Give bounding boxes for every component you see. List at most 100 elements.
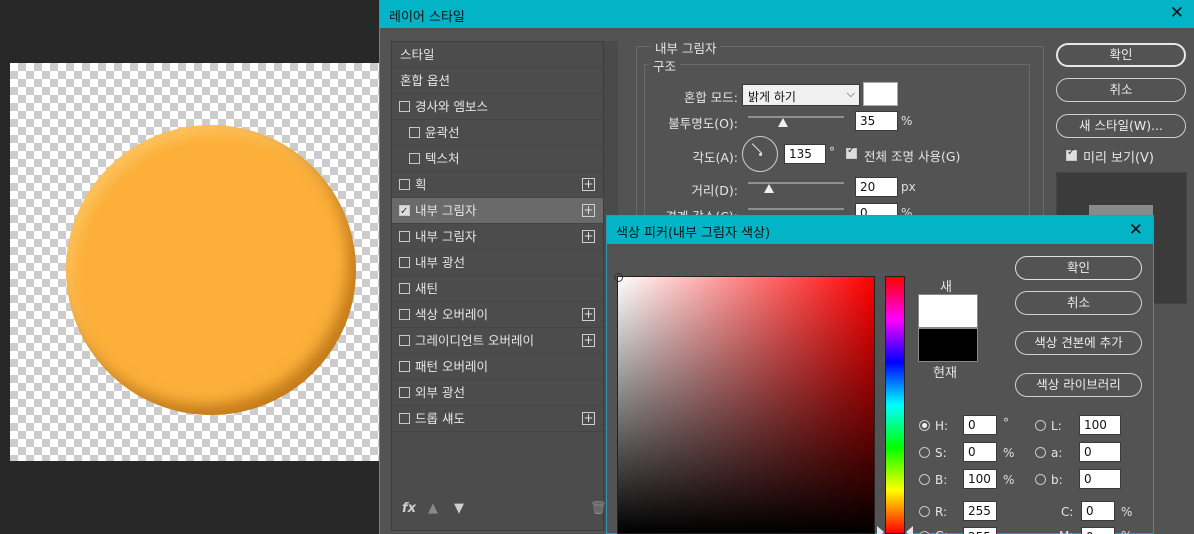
style-list-item[interactable]: 색상 오버레이 + — [392, 302, 603, 328]
s-radio[interactable] — [919, 447, 930, 458]
add-effect-icon[interactable]: + — [582, 178, 595, 191]
style-checkbox[interactable] — [399, 231, 410, 242]
color-picker-titlebar[interactable]: 색상 피커(내부 그림자 색상) — [607, 216, 1153, 244]
brightness-input[interactable]: 100 — [963, 469, 997, 489]
style-checkbox[interactable] — [399, 361, 410, 372]
lab-l-input[interactable]: 100 — [1079, 415, 1121, 435]
ok-button[interactable]: 확인 — [1056, 43, 1186, 67]
style-list-item[interactable]: 스타일 — [392, 42, 603, 68]
document-canvas[interactable] — [10, 63, 380, 461]
current-color-swatch[interactable] — [918, 328, 978, 362]
distance-input[interactable]: 20 — [855, 177, 898, 197]
distance-slider-thumb[interactable] — [764, 184, 774, 193]
cancel-button[interactable]: 취소 — [1056, 78, 1186, 102]
move-up-icon[interactable]: ▲ — [428, 501, 438, 516]
close-icon[interactable]: ✕ — [1129, 220, 1143, 240]
style-checkbox[interactable] — [399, 199, 410, 224]
distance-slider[interactable] — [748, 182, 844, 184]
lab-l-radio[interactable] — [1035, 420, 1046, 431]
hue-left-arrow-icon[interactable] — [877, 526, 884, 534]
style-list-item-label: 새틴 — [415, 281, 439, 296]
style-list-item[interactable]: 윤곽선 — [392, 120, 603, 146]
hue-right-arrow-icon[interactable] — [906, 526, 913, 534]
blend-mode-select[interactable]: 밝게 하기 ⌵ — [742, 84, 860, 106]
distance-label: 거리(D): — [691, 183, 738, 198]
add-effect-icon[interactable]: + — [582, 230, 595, 243]
add-effect-icon[interactable]: + — [582, 412, 595, 425]
style-checkbox[interactable] — [399, 179, 410, 190]
style-list-item[interactable]: 내부 그림자 + — [392, 198, 603, 224]
m-input[interactable]: 0 — [1081, 527, 1115, 534]
style-list-item-label: 스타일 — [400, 47, 435, 62]
cp-cancel-button[interactable]: 취소 — [1015, 291, 1142, 315]
style-list-item-label: 패턴 오버레이 — [415, 359, 488, 374]
add-to-swatches-button[interactable]: 색상 견본에 추가 — [1015, 331, 1142, 355]
style-list-footer: fx ▲ ▼ 🗑 — [391, 497, 607, 527]
preview-checkbox[interactable]: ✓ — [1066, 147, 1077, 161]
s-unit: % — [1003, 446, 1015, 460]
lab-b-radio[interactable] — [1035, 474, 1046, 485]
layer-style-titlebar[interactable]: 레이어 스타일 — [380, 0, 1194, 28]
g-input[interactable]: 255 — [963, 527, 997, 534]
orange-circle-layer — [66, 125, 356, 415]
style-checkbox[interactable] — [399, 257, 410, 268]
lab-a-radio[interactable] — [1035, 447, 1046, 458]
hue-slider[interactable] — [885, 276, 905, 534]
h-input[interactable]: 0 — [963, 415, 997, 435]
opacity-unit: % — [901, 114, 913, 128]
style-list-item[interactable]: 혼합 옵션 — [392, 68, 603, 94]
r-radio[interactable] — [919, 506, 930, 517]
style-list-item[interactable]: 그레이디언트 오버레이 + — [392, 328, 603, 354]
opacity-input[interactable]: 35 — [855, 111, 898, 131]
c-input[interactable]: 0 — [1081, 501, 1115, 521]
style-checkbox[interactable] — [399, 101, 410, 112]
style-checkbox[interactable] — [399, 283, 410, 294]
h-radio[interactable] — [919, 420, 930, 431]
style-checkbox[interactable] — [399, 335, 410, 346]
style-checkbox[interactable] — [409, 127, 420, 138]
saturation-brightness-field[interactable] — [614, 273, 875, 534]
choke-slider[interactable] — [748, 208, 844, 210]
style-list-item[interactable]: 획 + — [392, 172, 603, 198]
b-label: B: — [935, 473, 948, 487]
opacity-slider-thumb[interactable] — [778, 118, 788, 127]
style-list-item[interactable]: 외부 광선 — [392, 380, 603, 406]
angle-input[interactable]: 135 — [784, 144, 826, 164]
check-icon: ✓ — [847, 145, 856, 156]
style-checkbox[interactable] — [409, 153, 420, 164]
add-effect-icon[interactable]: + — [582, 308, 595, 321]
angle-unit: ° — [829, 145, 835, 159]
style-checkbox[interactable] — [399, 387, 410, 398]
style-list-item[interactable]: 새틴 — [392, 276, 603, 302]
angle-dial[interactable] — [742, 136, 778, 172]
style-list-item[interactable]: 경사와 엠보스 — [392, 94, 603, 120]
move-down-icon[interactable]: ▼ — [454, 501, 464, 516]
color-libraries-button[interactable]: 색상 라이브러리 — [1015, 373, 1142, 397]
b-radio[interactable] — [919, 474, 930, 485]
style-list-item[interactable]: 내부 그림자 + — [392, 224, 603, 250]
lab-l-label: L: — [1051, 419, 1062, 433]
close-icon[interactable]: ✕ — [1170, 3, 1184, 23]
r-input[interactable]: 255 — [963, 501, 997, 521]
s-input[interactable]: 0 — [963, 442, 997, 462]
lab-b-input[interactable]: 0 — [1079, 469, 1121, 489]
add-effect-icon[interactable]: + — [582, 204, 595, 217]
shadow-color-swatch[interactable] — [863, 82, 898, 106]
style-list-item-label: 드롭 섀도 — [415, 411, 465, 426]
color-picker-title: 색상 피커(내부 그림자 색상) — [616, 226, 771, 241]
style-list-item[interactable]: 드롭 섀도 + — [392, 406, 603, 432]
add-effect-icon[interactable]: + — [582, 334, 595, 347]
trash-icon[interactable]: 🗑 — [590, 501, 607, 516]
fx-icon[interactable]: fx — [402, 501, 416, 516]
style-checkbox[interactable] — [399, 309, 410, 320]
style-checkbox[interactable] — [399, 413, 410, 424]
opacity-slider[interactable] — [748, 116, 844, 118]
style-list-item[interactable]: 패턴 오버레이 — [392, 354, 603, 380]
lab-a-input[interactable]: 0 — [1079, 442, 1121, 462]
cp-ok-button[interactable]: 확인 — [1015, 256, 1142, 280]
style-list-item[interactable]: 내부 광선 — [392, 250, 603, 276]
global-light-checkbox[interactable]: ✓ — [846, 145, 857, 159]
new-style-button[interactable]: 새 스타일(W)... — [1056, 114, 1186, 138]
style-list-item[interactable]: 텍스처 — [392, 146, 603, 172]
color-marker[interactable] — [614, 273, 623, 282]
